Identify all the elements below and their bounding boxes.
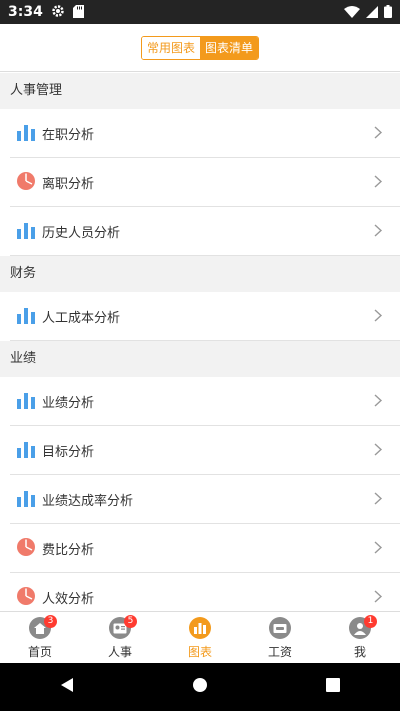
status-time: 3:34 <box>8 4 43 20</box>
list-item-label: 在职分析 <box>42 128 95 143</box>
tab-me[interactable]: 1 我 <box>320 612 400 663</box>
chevron-right-icon <box>374 173 383 192</box>
chevron-right-icon <box>374 222 383 241</box>
recents-button[interactable] <box>325 677 341 697</box>
section-title: 人事管理 <box>0 73 400 109</box>
header: 常用图表 图表清单 <box>0 24 400 72</box>
chevron-right-icon <box>374 441 383 460</box>
signal-icon <box>366 3 378 22</box>
tab-chart-list[interactable]: 图表清单 <box>200 36 259 59</box>
tab-charts[interactable]: 图表 <box>160 612 240 663</box>
chevron-right-icon <box>374 490 383 509</box>
chevron-right-icon <box>374 588 383 607</box>
chevron-right-icon <box>374 392 383 411</box>
notification-badge: 3 <box>44 615 57 628</box>
list-item-label: 目标分析 <box>42 445 95 460</box>
status-bar: 3:34 <box>0 0 400 24</box>
section-title: 财务 <box>0 256 400 292</box>
tab-common-charts[interactable]: 常用图表 <box>141 36 200 59</box>
list-item[interactable]: 离职分析 <box>0 158 400 207</box>
tab-salary[interactable]: 工资 <box>240 612 320 663</box>
notification-badge: 1 <box>364 615 377 628</box>
tab-personnel[interactable]: 5 人事 <box>80 612 160 663</box>
chart-icon <box>189 617 211 639</box>
bar-chart-icon <box>16 489 36 511</box>
chart-mode-toggle: 常用图表 图表清单 <box>140 35 260 60</box>
chevron-right-icon <box>374 307 383 326</box>
system-nav-bar <box>0 663 400 711</box>
section-title: 业绩 <box>0 341 400 377</box>
list-item-label: 人效分析 <box>42 592 95 607</box>
back-button[interactable] <box>59 677 75 697</box>
battery-icon <box>384 3 392 22</box>
pie-chart-icon <box>16 537 36 561</box>
list-item-label: 离职分析 <box>42 177 95 192</box>
chart-list: 人事管理 在职分析 离职分析 历史人员分析 财务 人工成本分析 业绩 业绩分析 … <box>0 73 400 611</box>
list-item[interactable]: 业绩分析 <box>0 377 400 426</box>
tab-label: 人事 <box>107 645 132 659</box>
list-item-label: 费比分析 <box>42 543 95 558</box>
list-item[interactable]: 人工成本分析 <box>0 292 400 341</box>
bar-chart-icon <box>16 440 36 462</box>
list-item-label: 人工成本分析 <box>42 311 121 326</box>
wifi-icon <box>344 3 360 22</box>
list-item[interactable]: 费比分析 <box>0 524 400 573</box>
notification-badge: 5 <box>124 615 137 628</box>
bottom-tab-bar: 3 首页 5 人事 图表 工资 1 我 <box>0 611 400 663</box>
bar-chart-icon <box>16 306 36 328</box>
list-item-label: 业绩达成率分析 <box>42 494 134 509</box>
tab-label: 首页 <box>27 645 52 659</box>
pie-chart-icon <box>16 586 36 610</box>
wallet-icon <box>269 617 291 639</box>
tab-label: 图表 <box>187 645 212 659</box>
settings-icon <box>51 3 65 22</box>
list-item[interactable]: 在职分析 <box>0 109 400 158</box>
bar-chart-icon <box>16 221 36 243</box>
list-item[interactable]: 业绩达成率分析 <box>0 475 400 524</box>
bar-chart-icon <box>16 123 36 145</box>
chevron-right-icon <box>374 539 383 558</box>
tab-label: 我 <box>353 645 366 659</box>
sd-card-icon <box>72 3 84 22</box>
list-item[interactable]: 目标分析 <box>0 426 400 475</box>
chevron-right-icon <box>374 124 383 143</box>
list-item-label: 历史人员分析 <box>42 226 121 241</box>
list-item[interactable]: 历史人员分析 <box>0 207 400 256</box>
tab-label: 工资 <box>267 645 292 659</box>
list-item[interactable]: 人效分析 <box>0 573 400 611</box>
list-item-label: 业绩分析 <box>42 396 95 411</box>
bar-chart-icon <box>16 391 36 413</box>
pie-chart-icon <box>16 171 36 195</box>
tab-home[interactable]: 3 首页 <box>0 612 80 663</box>
home-button[interactable] <box>192 677 208 697</box>
